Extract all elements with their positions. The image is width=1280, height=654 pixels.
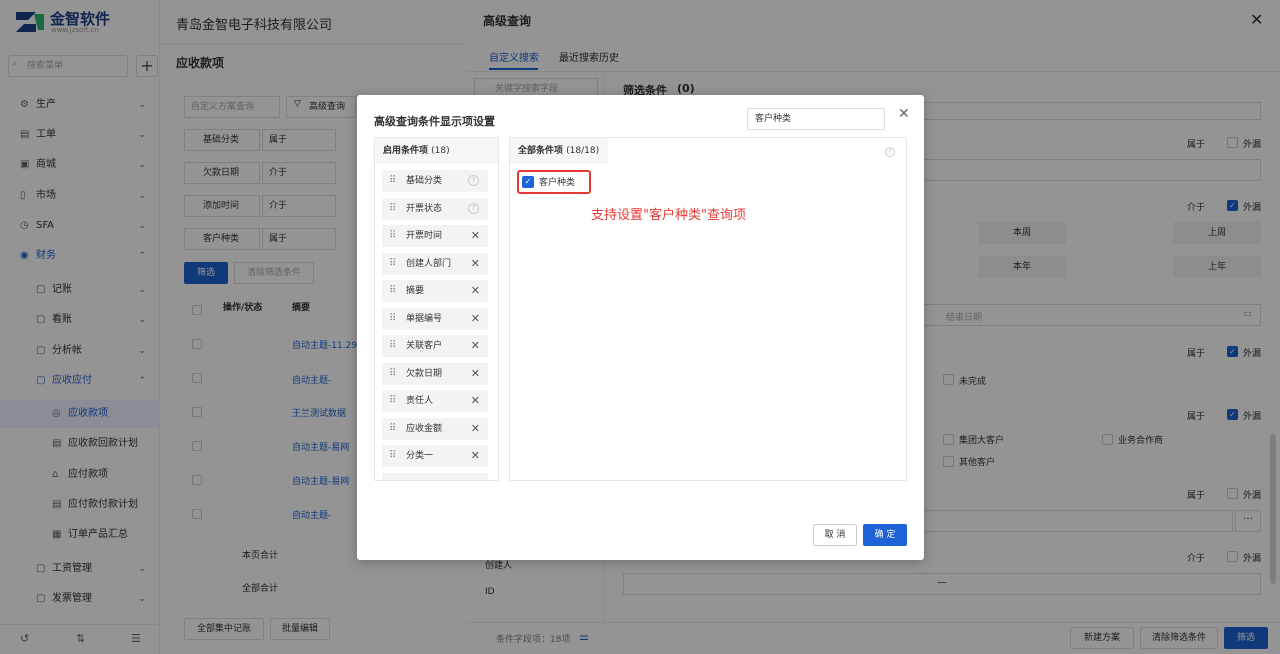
remove-icon[interactable]: ✕	[471, 280, 480, 302]
remove-icon[interactable]: ✕	[471, 308, 480, 330]
enabled-item[interactable]: ⠿ 创建人部门 ✕	[382, 253, 488, 275]
drag-handle-icon[interactable]: ⠿	[389, 253, 396, 275]
drag-handle-icon[interactable]: ⠿	[389, 225, 396, 247]
remove-icon[interactable]: ✕	[471, 225, 480, 247]
enabled-item[interactable]: ⠿ 开票状态?	[382, 198, 488, 220]
all-conditions-panel: 全部条件项 (18/18) ? ✓ 客户种类 支持设置"客户种类"查询项	[509, 137, 907, 481]
drag-handle-icon[interactable]: ⠿	[389, 418, 396, 440]
drag-handle-icon[interactable]: ⠿	[389, 335, 396, 357]
enabled-item[interactable]: ⠿ 责任人 ✕	[382, 390, 488, 412]
enabled-item[interactable]: ⠿ 单据编号 ✕	[382, 308, 488, 330]
cancel-button[interactable]: 取 消	[813, 524, 857, 546]
remove-icon[interactable]: ✕	[471, 253, 480, 275]
modal-search-input[interactable]: 客户种类	[747, 108, 885, 130]
drag-handle-icon[interactable]: ⠿	[389, 390, 396, 412]
enabled-item[interactable]: ⠿ 应收金额 ✕	[382, 418, 488, 440]
drag-handle-icon[interactable]: ⠿	[389, 363, 396, 385]
enabled-item[interactable]: ⠿ 开票时间 ✕	[382, 225, 488, 247]
confirm-button[interactable]: 确 定	[863, 524, 907, 546]
annotation-text: 支持设置"客户种类"查询项	[591, 208, 746, 223]
drag-handle-icon[interactable]: ⠿	[389, 308, 396, 330]
enabled-item[interactable]: ⠿ 关联客户 ✕	[382, 335, 488, 357]
display-settings-modal: 高级查询条件显示项设置 客户种类 ✕ 启用条件项 (18) ⠿ 基础分类? ⠿ 开票…	[357, 95, 924, 560]
enabled-item[interactable]: ⠿ 基础分类?	[382, 170, 488, 192]
modal-title: 高级查询条件显示项设置	[374, 115, 495, 128]
drag-handle-icon[interactable]: ⠿	[389, 170, 396, 192]
enabled-item[interactable]: ⠿ 摘要 ✕	[382, 280, 488, 302]
remove-icon[interactable]: ✕	[471, 390, 480, 412]
help-icon: ?	[885, 147, 895, 157]
enabled-item[interactable]	[382, 473, 488, 480]
customer-type-option[interactable]: ✓ 客户种类	[517, 170, 591, 194]
drag-handle-icon[interactable]: ⠿	[389, 198, 396, 220]
drag-handle-icon[interactable]: ⠿	[389, 280, 396, 302]
enabled-header: 启用条件项 (18)	[375, 138, 498, 164]
remove-icon[interactable]: ✕	[471, 418, 480, 440]
all-header: 全部条件项 (18/18)	[510, 138, 608, 164]
enabled-item[interactable]: ⠿ 分类一 ✕	[382, 445, 488, 467]
remove-icon[interactable]: ✕	[471, 445, 480, 467]
enabled-item[interactable]: ⠿ 欠款日期 ✕	[382, 363, 488, 385]
remove-icon[interactable]: ✕	[471, 363, 480, 385]
drag-handle-icon[interactable]: ⠿	[389, 445, 396, 467]
help-icon: ?	[468, 175, 479, 186]
close-icon[interactable]: ✕	[898, 106, 910, 122]
help-icon: ?	[468, 203, 479, 214]
check-icon[interactable]: ✓	[522, 176, 534, 188]
remove-icon[interactable]: ✕	[471, 335, 480, 357]
enabled-conditions-panel: 启用条件项 (18) ⠿ 基础分类? ⠿ 开票状态? ⠿ 开票时间 ✕ ⠿ 创建人部门 ✕ …	[374, 137, 499, 481]
